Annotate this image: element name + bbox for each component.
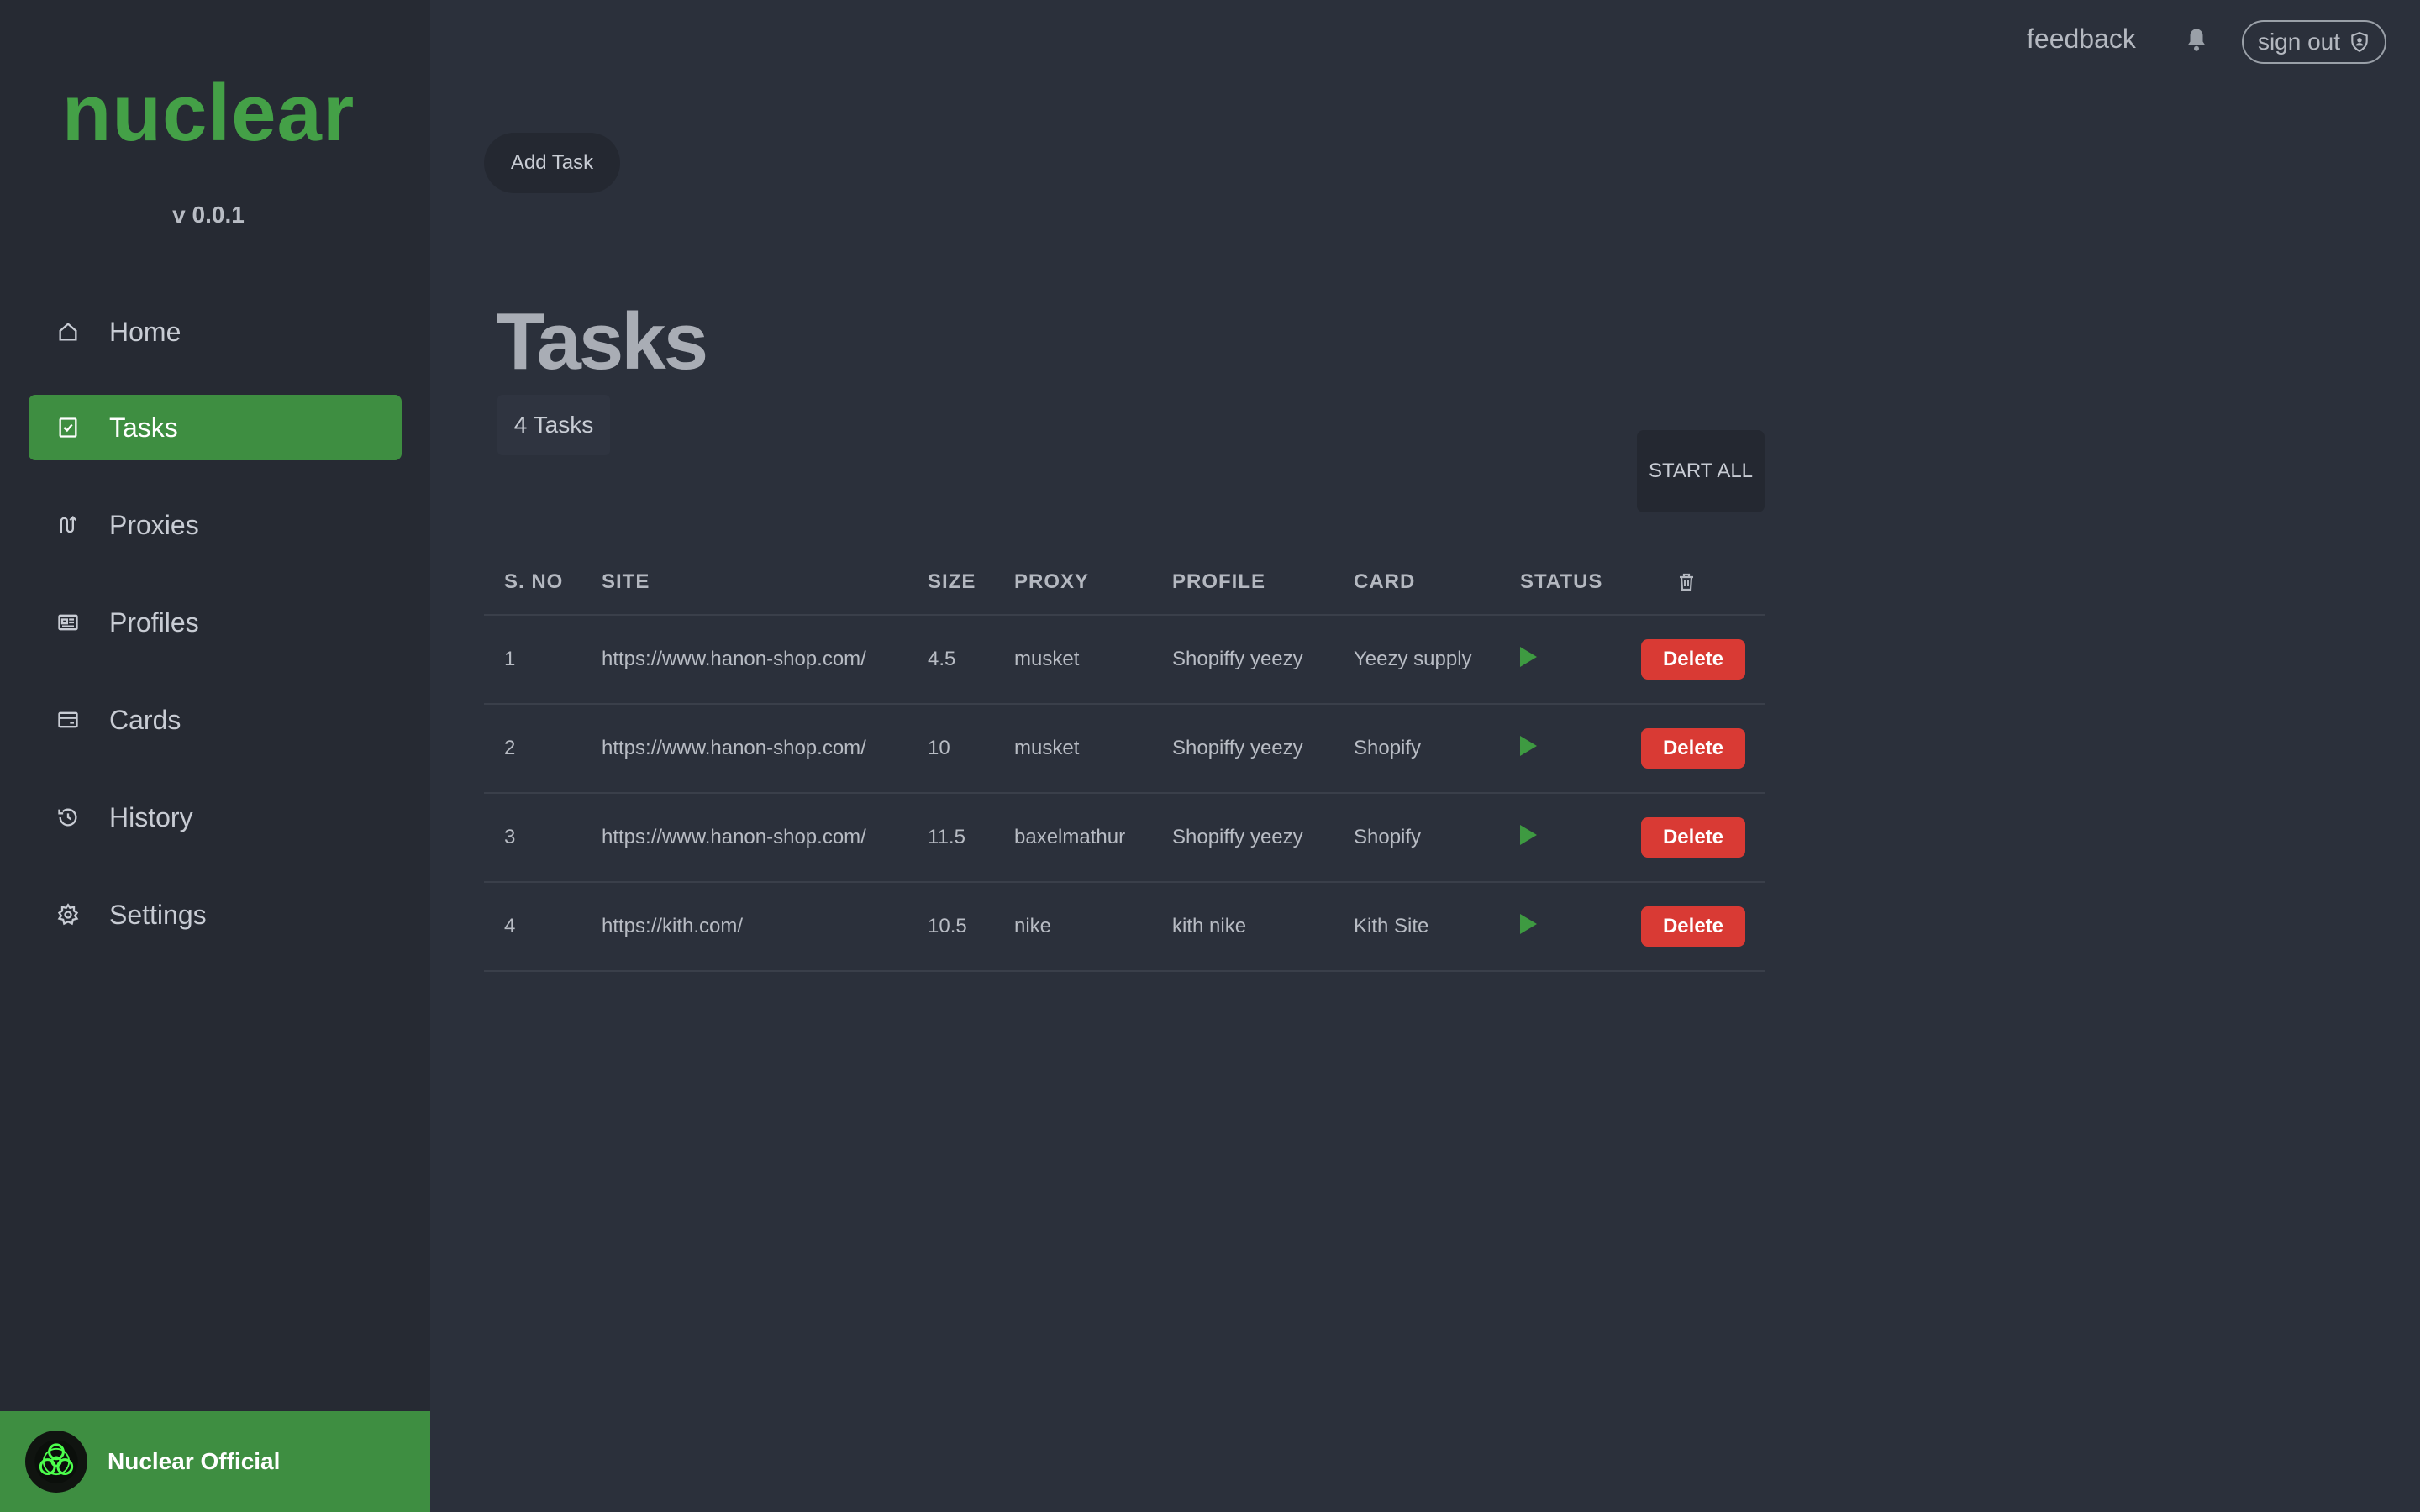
sidebar-item-cards[interactable]: Cards [29,687,402,753]
cell-proxy: baxelmathur [994,793,1152,883]
credit-card-icon [55,707,81,732]
user-name: Nuclear Official [108,1448,281,1474]
table-header-row: S. NO SITE SIZE PROXY PROFILE CARD STATU… [484,549,1765,616]
table-row: 3 https://www.hanon-shop.com/ 11.5 baxel… [484,793,1765,883]
cell-status [1500,882,1621,972]
sidebar-item-history[interactable]: History [29,785,402,850]
cell-card: Shopify [1334,704,1500,794]
delete-all-header[interactable] [1621,549,1765,616]
cell-delete: Delete [1621,793,1765,883]
sign-out-label: sign out [2257,29,2341,55]
proxy-icon [55,512,81,538]
cell-card: Kith Site [1334,882,1500,972]
cell-card: Yeezy supply [1334,615,1500,705]
table-row: 4 https://kith.com/ 10.5 nike kith nike … [484,882,1765,972]
sidebar-item-settings[interactable]: Settings [29,882,402,948]
column-header-sno: S. NO [484,549,581,616]
cell-proxy: musket [994,615,1152,705]
cell-sno: 3 [484,793,581,883]
delete-button[interactable]: Delete [1641,817,1745,858]
delete-button[interactable]: Delete [1641,728,1745,769]
cell-profile: Shopiffy yeezy [1152,615,1334,705]
cell-sno: 1 [484,615,581,705]
play-icon[interactable] [1520,646,1537,667]
cell-profile: Shopiffy yeezy [1152,704,1334,794]
feedback-link[interactable]: feedback [2027,24,2136,55]
start-all-button[interactable]: START ALL [1637,430,1765,512]
check-square-icon [55,415,81,440]
cell-delete: Delete [1621,704,1765,794]
cell-site: https://kith.com/ [581,882,908,972]
column-header-site: SITE [581,549,908,616]
bell-icon[interactable] [2181,25,2212,55]
sidebar-item-label: Cards [109,704,182,735]
cell-card: Shopify [1334,793,1500,883]
cell-delete: Delete [1621,882,1765,972]
sidebar-item-label: Settings [109,899,207,930]
column-header-size: SIZE [908,549,994,616]
cell-size: 10 [908,704,994,794]
page-title: Tasks [496,297,708,386]
sidebar: nuclear v 0.0.1 Home Tasks Proxies Profi… [0,0,430,1512]
sidebar-item-label: History [109,801,193,832]
task-count-badge: 4 Tasks [497,395,610,455]
user-shield-icon [2351,32,2368,53]
cell-proxy: musket [994,704,1152,794]
sidebar-item-label: Home [109,316,182,347]
cell-profile: kith nike [1152,882,1334,972]
home-icon [55,319,81,344]
sidebar-item-label: Tasks [109,412,178,443]
avatar [25,1431,87,1493]
cell-status [1500,615,1621,705]
play-icon[interactable] [1520,735,1537,756]
cell-size: 4.5 [908,615,994,705]
trash-icon[interactable] [1676,572,1697,592]
cell-size: 11.5 [908,793,994,883]
app-logo: nuclear [61,68,355,158]
delete-button[interactable]: Delete [1641,906,1745,947]
cell-status [1500,704,1621,794]
app-version: v 0.0.1 [172,202,245,228]
play-icon[interactable] [1520,913,1537,934]
sidebar-item-proxies[interactable]: Proxies [29,492,402,558]
add-task-button[interactable]: Add Task [484,133,620,193]
delete-button[interactable]: Delete [1641,639,1745,680]
tasks-table: S. NO SITE SIZE PROXY PROFILE CARD STATU… [484,549,1765,972]
table-row: 1 https://www.hanon-shop.com/ 4.5 musket… [484,615,1765,705]
gear-icon [55,902,81,927]
cell-profile: Shopiffy yeezy [1152,793,1334,883]
column-header-proxy: PROXY [994,549,1152,616]
column-header-card: CARD [1334,549,1500,616]
table-row: 2 https://www.hanon-shop.com/ 10 musket … [484,704,1765,794]
cell-site: https://www.hanon-shop.com/ [581,793,908,883]
sidebar-item-label: Proxies [109,509,199,540]
cell-sno: 2 [484,704,581,794]
column-header-profile: PROFILE [1152,549,1334,616]
sign-out-button[interactable]: sign out [2242,20,2386,64]
id-card-icon [55,610,81,635]
user-profile[interactable]: Nuclear Official [0,1411,430,1512]
cell-size: 10.5 [908,882,994,972]
sidebar-item-profiles[interactable]: Profiles [29,590,402,655]
cell-proxy: nike [994,882,1152,972]
sidebar-item-tasks[interactable]: Tasks [29,395,402,460]
history-icon [55,805,81,830]
column-header-status: STATUS [1500,549,1621,616]
cell-site: https://www.hanon-shop.com/ [581,704,908,794]
cell-delete: Delete [1621,615,1765,705]
sidebar-item-label: Profiles [109,606,199,638]
cell-site: https://www.hanon-shop.com/ [581,615,908,705]
cell-status [1500,793,1621,883]
cell-sno: 4 [484,882,581,972]
play-icon[interactable] [1520,824,1537,845]
biohazard-icon [34,1440,78,1483]
sidebar-item-home[interactable]: Home [29,299,402,365]
